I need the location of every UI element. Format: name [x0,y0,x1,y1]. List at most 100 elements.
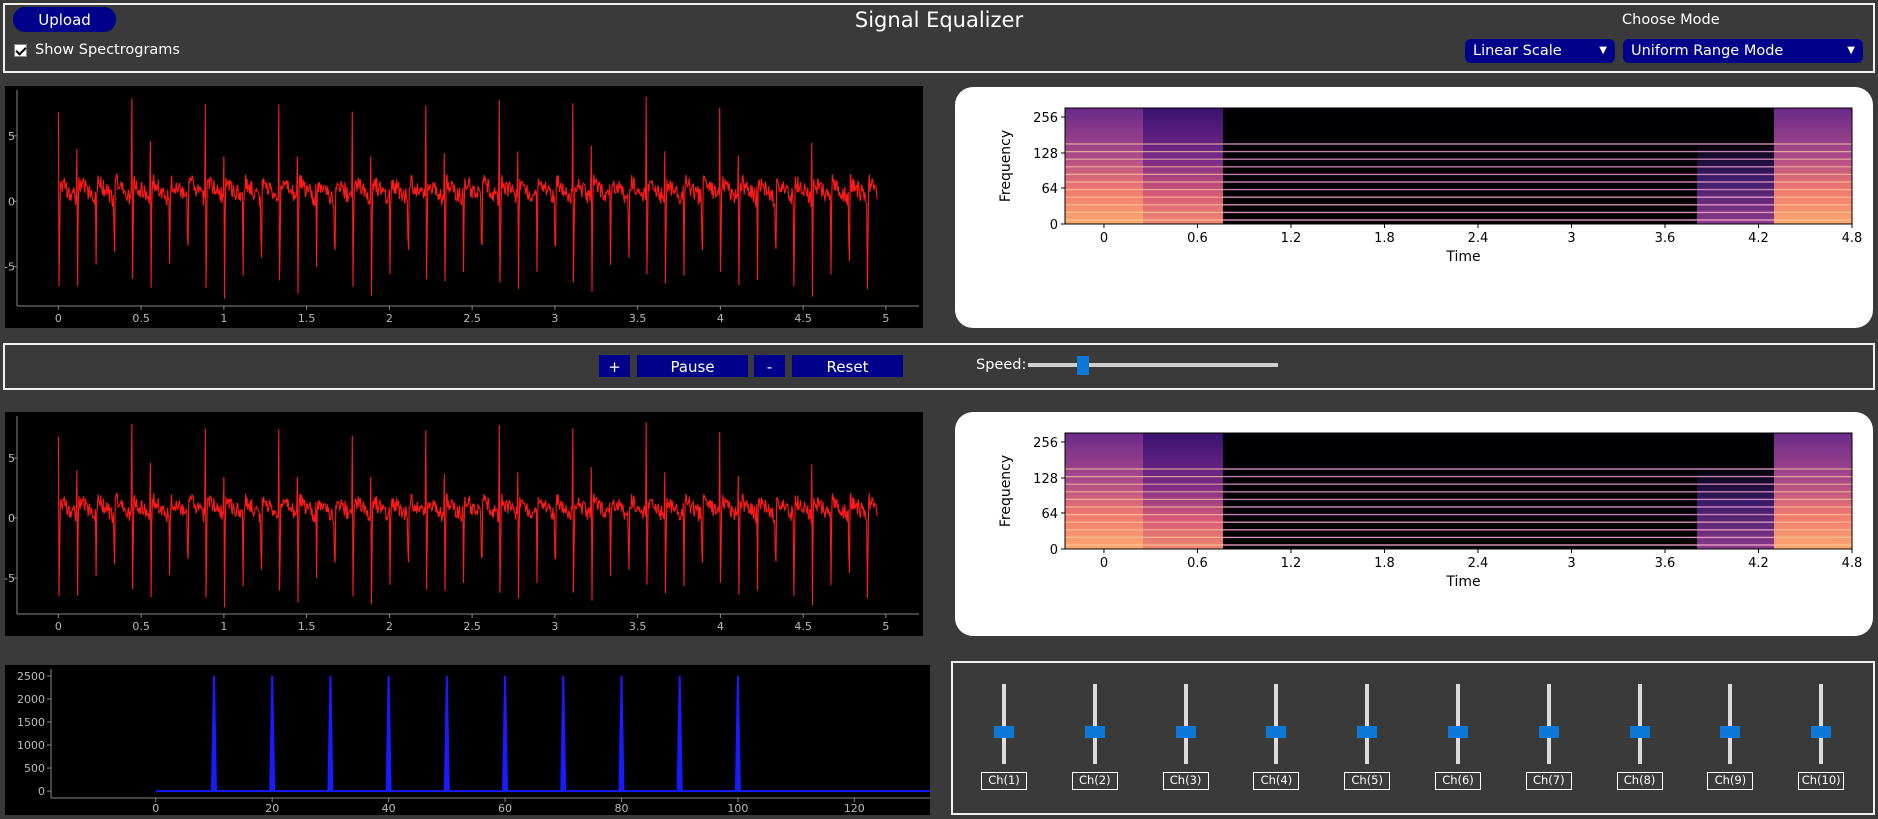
y-axis-label: Frequency [998,130,1014,202]
equalizer-slider-handle[interactable] [994,726,1014,738]
equalizer-slider-handle[interactable] [1448,726,1468,738]
x-tick-label: 2.4 [1468,556,1489,571]
x-tick-label: 2.5 [463,620,481,633]
equalizer-slider-ch10[interactable]: Ch(10) [1792,684,1852,796]
equalizer-slider-ch6[interactable]: Ch(6) [1429,684,1489,796]
equalizer-channel-label: Ch(2) [1071,772,1118,790]
equalizer-slider-handle[interactable] [1629,726,1650,738]
y-tick-label: 5 [8,130,15,143]
scale-select[interactable]: Linear Scale ▼ [1465,39,1615,63]
equalizer-slider-track[interactable] [1637,684,1642,764]
choose-mode-label: Choose Mode [1622,12,1720,28]
x-tick-label: 4 [717,620,724,633]
reset-button[interactable]: Reset [792,355,903,377]
y-tick-label: 0 [8,195,15,208]
x-tick-label: 80 [614,802,628,815]
equalizer-slider-handle[interactable] [1357,726,1378,738]
frequency-peak [676,675,683,792]
x-tick-label: 1 [220,620,227,633]
y-tick-label: 500 [24,762,45,775]
equalizer-slider-ch7[interactable]: Ch(7) [1520,684,1580,796]
equalizer-slider-ch9[interactable]: Ch(9) [1701,684,1761,796]
show-spectrograms-toggle[interactable]: Show Spectrograms [14,42,180,58]
spectrogram-segment [1697,433,1775,549]
frequency-peak [210,675,217,792]
frequency-peak [443,675,450,792]
x-tick-label: 3.6 [1655,556,1676,571]
output-spectrogram-panel: 0 0.6 1.2 1.8 2.4 3 3.6 4.2 4.8 0 64 128 256 Time Freq… [955,412,1873,636]
y-tick-label: 128 [1033,472,1058,487]
x-tick-label: 0.5 [132,620,150,633]
speed-up-button[interactable]: + [599,355,630,377]
equalizer-channel-label: Ch(9) [1707,772,1754,790]
x-tick-label: 3 [1567,231,1575,246]
equalizer-slider-handle[interactable] [1084,726,1105,738]
scale-select-value: Linear Scale [1473,43,1562,59]
equalizer-slider-handle[interactable] [1811,726,1832,738]
equalizer-slider-handle[interactable] [1720,726,1741,738]
y-tick-label: 0 [1050,543,1058,558]
equalizer-slider-track[interactable] [1092,684,1097,764]
spectrogram-segment [1143,433,1223,549]
equalizer-slider-track[interactable] [1183,684,1188,764]
y-tick-label: 2000 [17,693,45,706]
spectrogram-segment [1774,108,1852,224]
equalizer-slider-handle[interactable] [1175,726,1196,738]
y-tick-label: 64 [1041,182,1058,197]
x-tick-label: 3 [1567,556,1575,571]
x-tick-label: 4.2 [1748,556,1769,571]
x-tick-label: 3.5 [629,620,647,633]
equalizer-slider-track[interactable] [1002,684,1006,764]
x-tick-label: 2 [386,312,393,325]
equalizer-slider-track[interactable] [1456,684,1460,764]
equalizer-slider-track[interactable] [1819,684,1824,764]
input-spectrogram-chart: 0 0.6 1.2 1.8 2.4 3 3.6 4.2 4.8 0 64 128 256 Time Freq… [998,107,1862,265]
equalizer-slider-ch8[interactable]: Ch(8) [1611,684,1671,796]
speed-slider-handle[interactable] [1077,356,1089,375]
input-waveform-plot[interactable]: 0 0.5 1 1.5 2 2.5 3 3.5 4 4.5 5 5 0 -5 [4,86,923,328]
output-waveform-chart: 0 0.5 1 1.5 2 2.5 3 3.5 4 4.5 5 5 0 -5 [4,416,919,633]
equalizer-slider-handle[interactable] [1266,726,1287,738]
x-tick-label: 0 [152,802,159,815]
speed-down-button[interactable]: - [754,355,785,377]
speed-slider-track[interactable] [1028,363,1278,367]
equalizer-slider-ch1[interactable]: Ch(1) [975,684,1035,796]
frequency-domain-plot[interactable]: 0 20 40 60 80 100 120 2500 2000 1500 1000 500 0 [5,665,930,815]
frequency-peak [734,675,741,792]
equalizer-slider-ch5[interactable]: Ch(5) [1338,684,1398,796]
x-tick-label: 4.5 [794,620,812,633]
equalizer-slider-handle[interactable] [1538,726,1559,738]
frequency-peak [502,675,509,792]
output-spectrogram-chart: 0 0.6 1.2 1.8 2.4 3 3.6 4.2 4.8 0 64 128 256 Time Freq… [998,432,1863,590]
x-tick-label: 4.2 [1748,231,1769,246]
input-spectrogram-panel: 0 0.6 1.2 1.8 2.4 3 3.6 4.2 4.8 0 64 128 256 Time Freq… [955,87,1873,328]
equalizer-slider-ch4[interactable]: Ch(4) [1247,684,1307,796]
x-tick-label: 4.8 [1842,556,1863,571]
spectrogram-segment [1774,433,1852,549]
equalizer-slider-ch2[interactable]: Ch(2) [1066,684,1126,796]
y-tick-label: 64 [1041,507,1058,522]
equalizer-channel-label: Ch(6) [1435,772,1481,790]
equalizer-slider-ch3[interactable]: Ch(3) [1157,684,1217,796]
equalizer-channel-label: Ch(1) [981,772,1027,790]
y-tick-label: 128 [1033,147,1058,162]
frequency-peak [618,675,625,792]
x-tick-label: 1.8 [1374,231,1395,246]
output-waveform-plot[interactable]: 0 0.5 1 1.5 2 2.5 3 3.5 4 4.5 5 5 0 -5 [4,412,923,636]
equalizer-slider-track[interactable] [1365,684,1370,764]
frequency-peak [327,675,334,792]
y-tick-label: -5 [5,261,15,274]
mode-select[interactable]: Uniform Range Mode ▼ [1623,39,1863,63]
equalizer-slider-track[interactable] [1274,684,1279,764]
pause-button[interactable]: Pause [637,355,748,377]
equalizer-slider-track[interactable] [1546,684,1551,764]
spectrogram-segment [1065,433,1143,549]
x-tick-label: 1 [220,312,227,325]
equalizer-slider-track[interactable] [1728,684,1733,764]
y-tick-label: 5 [8,452,15,465]
spectrogram-segment [1697,108,1775,224]
equalizer-channel-label: Ch(7) [1525,772,1572,790]
show-spectrograms-checkbox[interactable] [14,43,27,57]
equalizer-channel-label: Ch(3) [1162,772,1209,790]
y-tick-label: -5 [5,572,15,585]
